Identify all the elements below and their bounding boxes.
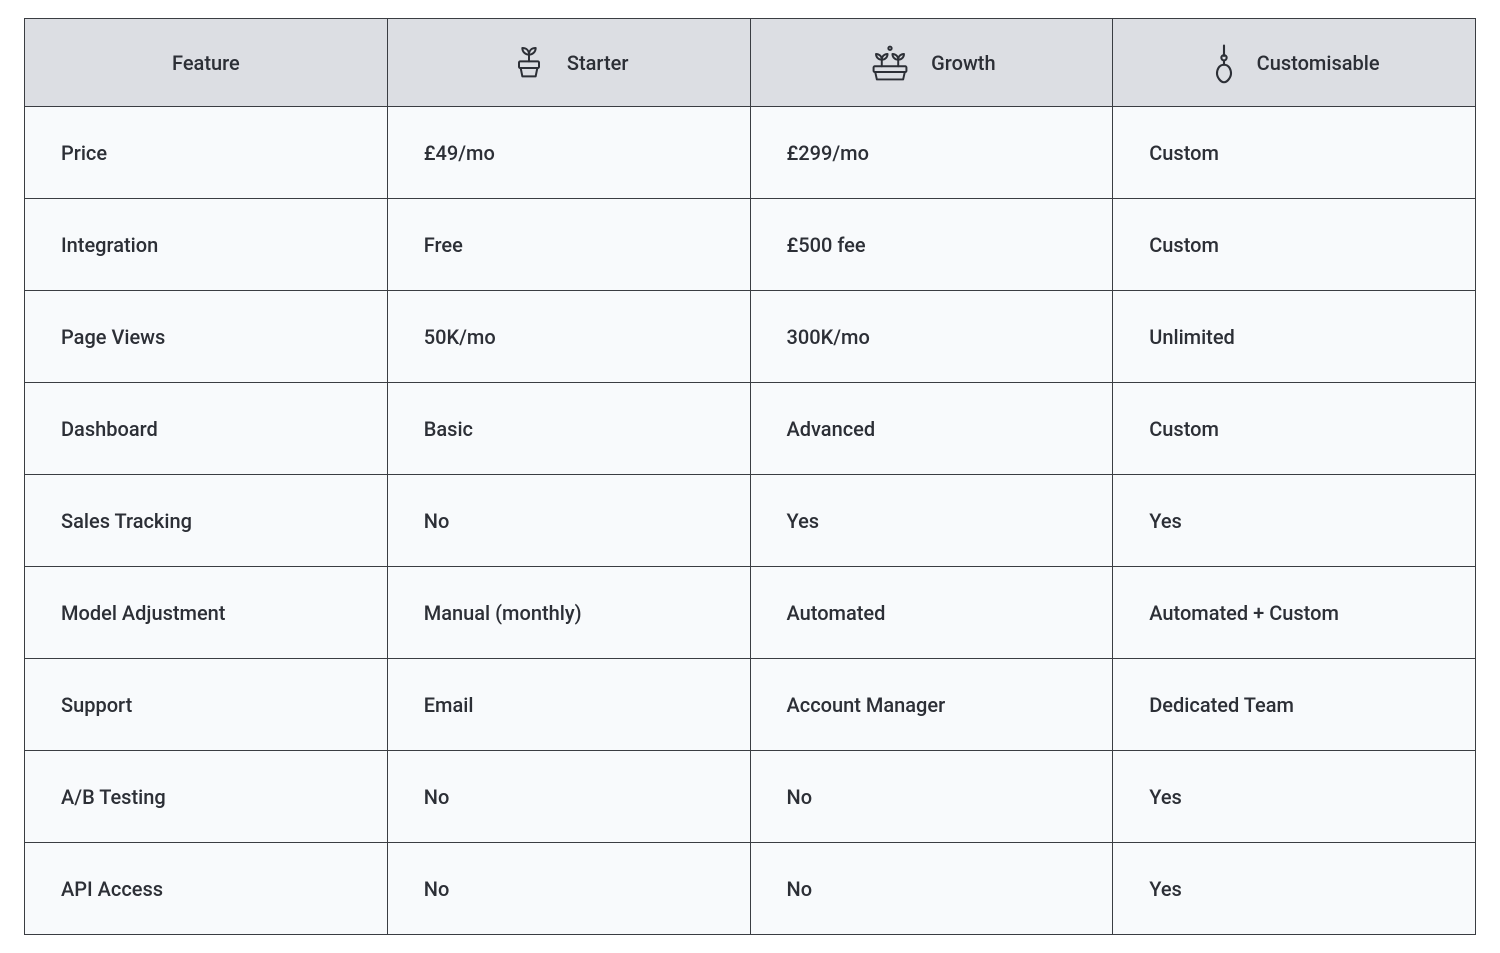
cell-growth: No: [750, 843, 1113, 935]
cell-growth: £500 fee: [750, 199, 1113, 291]
cell-feature: Price: [25, 107, 388, 199]
cell-starter: No: [387, 751, 750, 843]
cell-custom: Yes: [1113, 475, 1476, 567]
cell-feature: Model Adjustment: [25, 567, 388, 659]
cell-growth: Automated: [750, 567, 1113, 659]
cell-starter: Basic: [387, 383, 750, 475]
table-row: Integration Free £500 fee Custom: [25, 199, 1476, 291]
cell-starter: No: [387, 843, 750, 935]
table-row: Page Views 50K/mo 300K/mo Unlimited: [25, 291, 1476, 383]
cell-feature: API Access: [25, 843, 388, 935]
cell-growth: 300K/mo: [750, 291, 1113, 383]
table-row: Price £49/mo £299/mo Custom: [25, 107, 1476, 199]
cell-feature: Dashboard: [25, 383, 388, 475]
cell-custom: Automated + Custom: [1113, 567, 1476, 659]
column-header-label: Feature: [172, 51, 240, 75]
column-header-label: Customisable: [1257, 51, 1380, 75]
table-row: Support Email Account Manager Dedicated …: [25, 659, 1476, 751]
pricing-table: Feature: [24, 18, 1476, 935]
cell-feature: A/B Testing: [25, 751, 388, 843]
column-header-label: Growth: [931, 51, 995, 75]
table-header-row: Feature: [25, 19, 1476, 107]
custom-trowel-icon: [1209, 42, 1239, 84]
column-header-growth: Growth: [750, 19, 1113, 107]
cell-growth: Yes: [750, 475, 1113, 567]
cell-growth: £299/mo: [750, 107, 1113, 199]
table-body: Price £49/mo £299/mo Custom Integration …: [25, 107, 1476, 935]
cell-custom: Dedicated Team: [1113, 659, 1476, 751]
cell-feature: Page Views: [25, 291, 388, 383]
table-row: Model Adjustment Manual (monthly) Automa…: [25, 567, 1476, 659]
column-header-customisable: Customisable: [1113, 19, 1476, 107]
cell-custom: Yes: [1113, 843, 1476, 935]
starter-plant-icon: [509, 43, 549, 83]
table-row: Sales Tracking No Yes Yes: [25, 475, 1476, 567]
cell-starter: £49/mo: [387, 107, 750, 199]
column-header-starter: Starter: [387, 19, 750, 107]
cell-growth: Account Manager: [750, 659, 1113, 751]
cell-starter: Manual (monthly): [387, 567, 750, 659]
cell-starter: Email: [387, 659, 750, 751]
table-row: API Access No No Yes: [25, 843, 1476, 935]
cell-feature: Support: [25, 659, 388, 751]
cell-custom: Custom: [1113, 383, 1476, 475]
column-header-label: Starter: [567, 51, 629, 75]
cell-custom: Custom: [1113, 107, 1476, 199]
table-row: A/B Testing No No Yes: [25, 751, 1476, 843]
cell-growth: No: [750, 751, 1113, 843]
cell-starter: Free: [387, 199, 750, 291]
cell-feature: Integration: [25, 199, 388, 291]
cell-custom: Yes: [1113, 751, 1476, 843]
cell-growth: Advanced: [750, 383, 1113, 475]
cell-custom: Unlimited: [1113, 291, 1476, 383]
cell-starter: 50K/mo: [387, 291, 750, 383]
table-row: Dashboard Basic Advanced Custom: [25, 383, 1476, 475]
growth-sprout-icon: [867, 43, 913, 83]
cell-starter: No: [387, 475, 750, 567]
column-header-feature: Feature: [25, 19, 388, 107]
cell-custom: Custom: [1113, 199, 1476, 291]
cell-feature: Sales Tracking: [25, 475, 388, 567]
